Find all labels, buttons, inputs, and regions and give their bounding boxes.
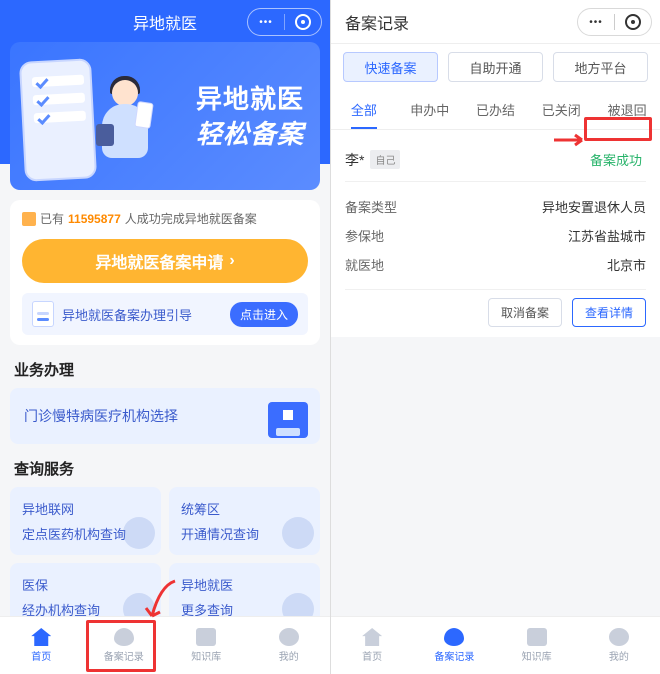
kv-row: 参保地江苏省盐城市 xyxy=(345,221,646,250)
status-tab-closed[interactable]: 已关闭 xyxy=(528,90,594,129)
stats-row: 已有 11595877 人成功完成异地就医备案 xyxy=(22,210,308,227)
tab-records[interactable]: 备案记录 xyxy=(413,617,495,674)
header-title: 备案记录 xyxy=(345,10,409,34)
tab-mine[interactable]: 我的 xyxy=(248,617,331,674)
section-title-query: 查询服务 xyxy=(0,444,330,487)
record-name: 李* 自己 xyxy=(345,150,400,170)
tab-home[interactable]: 首页 xyxy=(331,617,413,674)
home-icon xyxy=(362,628,382,646)
shield-icon xyxy=(444,628,464,646)
cancel-record-button[interactable]: 取消备案 xyxy=(488,298,562,327)
target-icon xyxy=(295,14,311,30)
kv-row: 备案类型异地安置退休人员 xyxy=(345,192,646,221)
guide-row[interactable]: 异地就医备案办理引导 点击进入 xyxy=(22,293,308,335)
miniapp-capsule xyxy=(247,8,322,36)
chip-quick[interactable]: 快速备案 xyxy=(343,52,438,82)
close-icon[interactable] xyxy=(615,9,651,35)
guide-enter-button[interactable]: 点击进入 xyxy=(230,302,298,327)
status-tab-all[interactable]: 全部 xyxy=(331,90,397,129)
chip-local[interactable]: 地方平台 xyxy=(553,52,648,82)
book-icon xyxy=(196,628,216,646)
status-tab-returned[interactable]: 被退回 xyxy=(594,90,660,129)
query-card-region[interactable]: 统筹区 开通情况查询 xyxy=(169,487,320,555)
kv-row: 就医地北京市 xyxy=(345,250,646,279)
chevron-right-icon: › xyxy=(229,252,234,270)
section-title-biz: 业务办理 xyxy=(0,345,330,388)
self-tag: 自己 xyxy=(370,150,400,169)
status-tabs: 全部 申办中 已办结 已关闭 被退回 xyxy=(331,90,660,130)
miniapp-capsule xyxy=(577,8,652,36)
stats-card: 已有 11595877 人成功完成异地就医备案 异地就医备案申请 › 异地就医备… xyxy=(10,200,320,345)
hero-line2: 轻松备案 xyxy=(196,117,304,152)
record-card: 李* 自己 备案成功 备案类型异地安置退休人员 参保地江苏省盐城市 就医地北京市… xyxy=(331,130,660,337)
tabbar: 首页 备案记录 知识库 我的 xyxy=(0,616,330,674)
view-detail-button[interactable]: 查看详情 xyxy=(572,298,646,327)
filter-chips: 快速备案 自助开通 地方平台 xyxy=(331,44,660,90)
home-icon xyxy=(31,628,51,646)
biz-card-chronic[interactable]: 门诊慢特病医疗机构选择 xyxy=(10,388,320,444)
record-status: 备案成功 xyxy=(586,148,646,171)
tabbar: 首页 备案记录 知识库 我的 xyxy=(331,616,660,674)
user-icon xyxy=(609,628,629,646)
document-icon xyxy=(32,301,54,327)
user-icon xyxy=(279,628,299,646)
stats-count: 11595877 xyxy=(68,212,121,226)
query-card-network[interactable]: 异地联网 定点医药机构查询 xyxy=(10,487,161,555)
header: 备案记录 xyxy=(331,0,660,44)
phone-illustration xyxy=(19,58,97,182)
header-title: 异地就医 xyxy=(133,10,197,34)
close-icon[interactable] xyxy=(285,9,321,35)
hospital-icon xyxy=(268,402,308,438)
tab-knowledge[interactable]: 知识库 xyxy=(165,617,248,674)
screen-home: 异地就医 异地就医 轻松备案 xyxy=(0,0,330,674)
shield-icon xyxy=(114,628,134,646)
header: 异地就医 xyxy=(0,0,330,44)
tab-knowledge[interactable]: 知识库 xyxy=(496,617,578,674)
more-icon[interactable] xyxy=(578,9,614,35)
status-tab-done[interactable]: 已办结 xyxy=(463,90,529,129)
sound-icon xyxy=(22,212,36,226)
tab-home[interactable]: 首页 xyxy=(0,617,83,674)
screen-records: 备案记录 快速备案 自助开通 地方平台 全部 申办中 已办结 已关闭 被退回 xyxy=(330,0,660,674)
chip-self-open[interactable]: 自助开通 xyxy=(448,52,543,82)
more-icon[interactable] xyxy=(248,9,284,35)
hero-banner: 异地就医 轻松备案 xyxy=(10,42,320,190)
target-icon xyxy=(625,14,641,30)
query-grid: 异地联网 定点医药机构查询 统筹区 开通情况查询 医保 经办机构查询 异地就医 … xyxy=(10,487,320,631)
apply-button[interactable]: 异地就医备案申请 › xyxy=(22,239,308,283)
tab-records[interactable]: 备案记录 xyxy=(83,617,166,674)
status-tab-processing[interactable]: 申办中 xyxy=(397,90,463,129)
guide-text: 异地就医备案办理引导 xyxy=(62,305,222,324)
tab-mine[interactable]: 我的 xyxy=(578,617,660,674)
decor-icon xyxy=(123,517,155,549)
hero-line1: 异地就医 xyxy=(196,82,304,117)
person-illustration xyxy=(88,78,148,178)
book-icon xyxy=(527,628,547,646)
